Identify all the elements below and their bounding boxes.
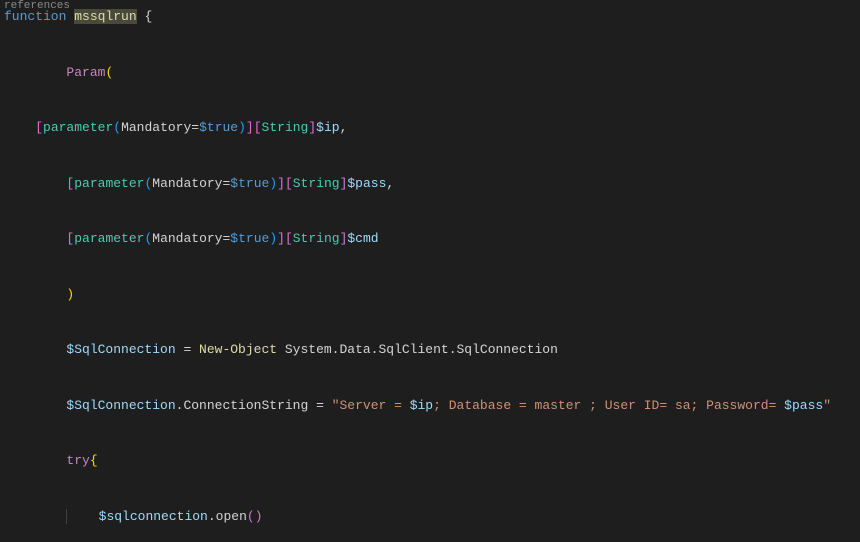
blank-line — [0, 156, 860, 175]
blank-line — [0, 471, 860, 490]
code-line-new-object: $SqlConnection = New-Object System.Data.… — [0, 341, 860, 360]
blank-line — [0, 415, 860, 434]
paren-open: ( — [105, 65, 113, 80]
blank-line — [0, 27, 860, 46]
blank-line — [0, 434, 860, 453]
paren-close: ) — [255, 509, 263, 524]
bracket: ] — [308, 120, 316, 135]
paren: ) — [269, 176, 277, 191]
keyword-try: try — [66, 453, 89, 468]
code-line-param-ip: [parameter(Mandatory=$true)][String]$ip, — [0, 119, 860, 138]
string-literal: "Server = — [332, 398, 410, 413]
blank-line — [0, 193, 860, 212]
blank-line — [0, 212, 860, 231]
variable-cmd: $cmd — [347, 231, 378, 246]
blank-line — [0, 45, 860, 64]
attribute-name: parameter — [43, 120, 113, 135]
code-line-param-close: ) — [0, 286, 860, 305]
variable-pass: $pass — [347, 176, 386, 191]
blank-line — [0, 323, 860, 342]
brace-open: { — [90, 453, 98, 468]
type-path: System.Data.SqlClient.SqlConnection — [277, 342, 558, 357]
bracket: [ — [35, 120, 43, 135]
blank-line — [0, 526, 860, 542]
code-line-open: $sqlconnection.open() — [0, 508, 860, 527]
property-mandatory: Mandatory — [152, 231, 222, 246]
property-mandatory: Mandatory — [152, 176, 222, 191]
equals: = — [176, 342, 199, 357]
paren: ) — [269, 231, 277, 246]
code-line: function mssqlrun { — [0, 8, 860, 27]
paren-open: ( — [247, 509, 255, 524]
variable-sqlconnection: $SqlConnection — [66, 342, 175, 357]
attribute-name: parameter — [74, 176, 144, 191]
member-connectionstring: ConnectionString — [183, 398, 308, 413]
type-string: String — [293, 176, 340, 191]
comma: , — [386, 176, 394, 191]
keyword-param: Param — [66, 65, 105, 80]
paren: ) — [238, 120, 246, 135]
keyword-function: function — [4, 9, 66, 24]
code-editor[interactable]: references function mssqlrun { Param( [p… — [0, 0, 860, 542]
code-line-param-cmd: [parameter(Mandatory=$true)][String]$cmd — [0, 230, 860, 249]
type-string: String — [262, 120, 309, 135]
comma: , — [340, 120, 348, 135]
paren-close: ) — [66, 287, 74, 302]
attribute-name: parameter — [74, 231, 144, 246]
string-literal: ; Database = master ; User ID= sa; Passw… — [433, 398, 784, 413]
blank-line — [0, 138, 860, 157]
code-line: Param( — [0, 64, 860, 83]
paren: ( — [113, 120, 121, 135]
true-literal: $true — [230, 231, 269, 246]
property-mandatory: Mandatory — [121, 120, 191, 135]
type-string: String — [293, 231, 340, 246]
bracket: [ — [254, 120, 262, 135]
brace-open: { — [137, 9, 153, 24]
code-line-connection-string: $SqlConnection.ConnectionString = "Serve… — [0, 397, 860, 416]
string-literal: " — [823, 398, 831, 413]
code-line-try: try{ — [0, 452, 860, 471]
blank-line — [0, 489, 860, 508]
blank-line — [0, 249, 860, 268]
variable-sqlconnection: $SqlConnection — [66, 398, 175, 413]
string-var-ip: $ip — [410, 398, 433, 413]
bracket: ] — [277, 176, 285, 191]
code-line-param-pass: [parameter(Mandatory=$true)][String]$pas… — [0, 175, 860, 194]
method-open: open — [216, 509, 247, 524]
bracket: ] — [246, 120, 254, 135]
string-var-pass: $pass — [784, 398, 823, 413]
function-name: mssqlrun — [74, 9, 136, 24]
bracket: ] — [277, 231, 285, 246]
variable-ip: $ip — [316, 120, 339, 135]
equals: = — [308, 398, 331, 413]
blank-line — [0, 360, 860, 379]
variable-sqlconnection: $sqlconnection — [99, 509, 208, 524]
bracket: [ — [285, 176, 293, 191]
references-label: references — [0, 0, 860, 8]
bracket: [ — [285, 231, 293, 246]
blank-line — [0, 378, 860, 397]
dot: . — [208, 509, 216, 524]
true-literal: $true — [199, 120, 238, 135]
cmdlet-new-object: New-Object — [199, 342, 277, 357]
true-literal: $true — [230, 176, 269, 191]
blank-line — [0, 101, 860, 120]
blank-line — [0, 82, 860, 101]
equals: = — [191, 120, 199, 135]
blank-line — [0, 267, 860, 286]
blank-line — [0, 304, 860, 323]
